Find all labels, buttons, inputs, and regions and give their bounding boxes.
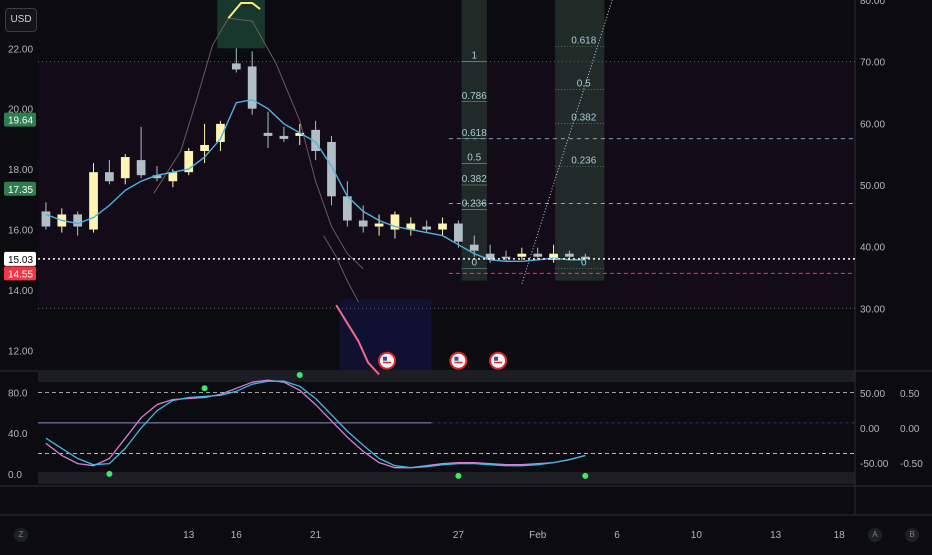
osc-right-tick: -50.00 xyxy=(860,459,889,470)
fib-level-label: 1 xyxy=(471,51,477,62)
osc-bottom-band xyxy=(38,472,855,484)
osc-right-tick: 50.00 xyxy=(860,389,885,400)
flag-stripe xyxy=(383,361,392,364)
candle-body xyxy=(231,63,241,70)
fib-level-label: 0.786 xyxy=(462,91,487,102)
signal-dot xyxy=(455,472,462,479)
candle-body xyxy=(168,172,178,182)
left-axis-tick: 18.00 xyxy=(8,165,33,176)
osc-left-tick: 80.0 xyxy=(8,388,28,399)
osc-top-band xyxy=(38,372,855,382)
fib-level-label: 0.236 xyxy=(462,199,487,210)
candle-body xyxy=(422,226,432,230)
candle-body xyxy=(105,172,114,182)
candle-body xyxy=(501,256,511,259)
x-axis-tick: 16 xyxy=(231,530,243,541)
candle-body xyxy=(41,211,51,227)
candle-body xyxy=(374,223,384,227)
osc-left-tick: 0.0 xyxy=(8,470,22,481)
osc-right2-tick: -0.50 xyxy=(900,459,923,470)
candle-body xyxy=(120,157,130,179)
candle-body xyxy=(469,244,479,251)
us-flag-icon xyxy=(489,351,508,370)
candle-body xyxy=(438,223,447,230)
flag-canton xyxy=(494,356,499,361)
x-axis-tick: 13 xyxy=(183,530,195,541)
trading-chart: 1.27210.7860.6180.50.3820.23600.6180.50.… xyxy=(0,0,932,550)
b-button[interactable]: B xyxy=(905,528,919,542)
candle-body xyxy=(263,132,273,136)
x-axis-tick: 10 xyxy=(691,530,703,541)
price-tag-label: 19.64 xyxy=(8,116,33,127)
x-axis-tick: 27 xyxy=(453,530,465,541)
price-tag-label: 15.03 xyxy=(8,255,33,266)
x-axis-tick: 21 xyxy=(310,530,322,541)
fib-projection-label: 0.618 xyxy=(571,35,596,46)
us-flag-icon xyxy=(449,351,468,370)
osc-left-tick: 40.0 xyxy=(8,429,28,440)
fib-level-label: 0.618 xyxy=(462,128,487,139)
right-axis-tick: 40.00 xyxy=(860,243,885,254)
chart-canvas[interactable]: 1.27210.7860.6180.50.3820.23600.6180.50.… xyxy=(0,0,932,550)
x-axis-tick: 13 xyxy=(770,530,782,541)
right-axis-tick: 70.00 xyxy=(860,58,885,69)
osc-right2-tick: 0.50 xyxy=(900,389,920,400)
zoom-reset-button[interactable]: Z xyxy=(14,528,28,542)
left-axis-tick: 22.00 xyxy=(8,44,33,55)
signal-dot xyxy=(201,385,208,392)
candle-body xyxy=(517,253,527,257)
price-tag-label: 14.55 xyxy=(8,269,33,280)
flag-stripe xyxy=(494,361,503,364)
left-axis-tick: 14.00 xyxy=(8,286,33,297)
auto-scale-button[interactable]: A xyxy=(868,528,882,542)
right-axis-tick: 80.00 xyxy=(860,0,885,7)
us-flag-icon xyxy=(378,351,397,370)
flag-stripe xyxy=(454,361,463,364)
fib-level-label: 0.382 xyxy=(462,174,487,185)
candle-body xyxy=(533,253,543,257)
osc-right-tick: 0.00 xyxy=(860,424,880,435)
candle-body xyxy=(136,160,146,176)
fib-level-label: 0.5 xyxy=(467,152,481,163)
left-axis-tick: 12.00 xyxy=(8,346,33,357)
right-axis-tick: 60.00 xyxy=(860,119,885,130)
range-band xyxy=(38,61,855,309)
candle-body xyxy=(279,135,289,139)
price-tag-label: 17.35 xyxy=(8,185,33,196)
flag-canton xyxy=(383,356,388,361)
candle-body xyxy=(327,141,336,197)
candle-body xyxy=(73,214,83,227)
candle-body xyxy=(89,172,98,230)
x-axis-tick: Feb xyxy=(529,530,547,541)
x-axis-tick: 18 xyxy=(834,530,846,541)
fib-projection-label: 0.5 xyxy=(577,78,591,89)
signal-dot xyxy=(582,472,589,479)
candle-body xyxy=(565,253,574,257)
right-axis-tick: 30.00 xyxy=(860,304,885,315)
candle-body xyxy=(358,220,368,227)
flag-canton xyxy=(454,356,459,361)
candle-body xyxy=(454,223,463,242)
right-axis-tick: 50.00 xyxy=(860,181,885,192)
fib-projection-label: 0.236 xyxy=(571,156,596,167)
candle-body xyxy=(200,144,209,152)
signal-dot xyxy=(106,470,113,477)
currency-button[interactable]: USD xyxy=(5,8,37,32)
left-axis-tick: 16.00 xyxy=(8,226,33,237)
signal-dot xyxy=(296,372,303,379)
candle-body xyxy=(247,66,257,109)
x-axis-tick: 6 xyxy=(614,530,620,541)
osc-right2-tick: 0.00 xyxy=(900,424,920,435)
